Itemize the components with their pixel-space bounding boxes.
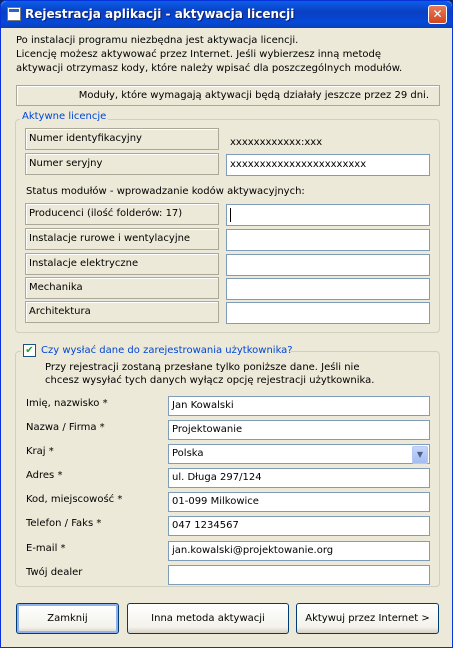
phone-field[interactable]: 047 1234567 bbox=[168, 516, 430, 536]
window-title: Rejestracja aplikacji - aktywacja licenc… bbox=[25, 7, 295, 21]
address-label: Adres * bbox=[26, 470, 63, 481]
module-code-instalacje-elektryczne[interactable] bbox=[226, 254, 430, 276]
registration-info-2: chcesz wysyłać tych danych wyłącz opcję … bbox=[45, 375, 375, 386]
registration-checkbox[interactable]: ✔ bbox=[23, 344, 36, 357]
postcode-city-label: Kod, miejscowość * bbox=[26, 494, 123, 505]
country-label: Kraj * bbox=[26, 446, 54, 457]
module-label-architektura: Architektura bbox=[25, 301, 219, 323]
module-code-instalacje-rurowe[interactable] bbox=[226, 229, 430, 251]
intro-line-1: Po instalacji programu niezbędna jest ak… bbox=[16, 35, 299, 46]
activate-internet-button[interactable]: Aktywuj przez Internet > bbox=[296, 603, 439, 634]
registration-checkbox-label[interactable]: Czy wysłać dane do zarejestrowania użytk… bbox=[41, 345, 293, 356]
title-bar[interactable]: Rejestracja aplikacji - aktywacja licenc… bbox=[1, 1, 452, 28]
company-label: Nazwa / Firma * bbox=[26, 422, 105, 433]
serial-number-label: Numer seryjny bbox=[25, 153, 219, 175]
intro-line-2: Licencję możesz aktywować przez Internet… bbox=[16, 49, 381, 60]
name-label: Imię, nazwisko * bbox=[26, 398, 108, 409]
module-label-instalacje-rurowe: Instalacje rurowe i wentylacyjne bbox=[25, 228, 219, 250]
id-number-label: Numer identyfikacyjny bbox=[25, 128, 219, 150]
company-field[interactable]: Projektowanie bbox=[168, 420, 430, 440]
module-code-architektura[interactable] bbox=[226, 302, 430, 324]
address-field[interactable]: ul. Długa 297/124 bbox=[168, 468, 430, 488]
name-field[interactable]: Jan Kowalski bbox=[168, 396, 430, 416]
activation-window: Rejestracja aplikacji - aktywacja licenc… bbox=[0, 0, 453, 648]
active-licenses-legend: Aktywne licencje bbox=[20, 111, 109, 122]
module-code-mechanika[interactable] bbox=[226, 278, 430, 300]
module-label-mechanika: Mechanika bbox=[25, 277, 219, 299]
module-label-instalacje-elektryczne: Instalacje elektryczne bbox=[25, 253, 219, 275]
id-number-value: xxxxxxxxxxxx:xxx bbox=[226, 132, 430, 154]
postcode-city-field[interactable]: 01-099 Milkowice bbox=[168, 492, 430, 512]
email-field[interactable]: jan.kowalski@projektowanie.org bbox=[168, 541, 430, 561]
text-cursor bbox=[230, 208, 231, 222]
intro-text: Po instalacji programu niezbędna jest ak… bbox=[16, 34, 436, 76]
module-label-producenci: Producenci (ilość folderów: 17) bbox=[25, 203, 219, 225]
app-icon bbox=[7, 7, 21, 21]
modules-heading: Status modułów - wprowadzanie kodów akty… bbox=[26, 186, 305, 197]
module-code-producenci[interactable] bbox=[226, 204, 430, 226]
registration-info-1: Przy rejestracji zostaną przesłane tylko… bbox=[45, 362, 360, 373]
dealer-label: Twój dealer bbox=[26, 567, 83, 578]
activation-notice: Moduły, które wymagają aktywacji będą dz… bbox=[16, 85, 440, 106]
registration-legend: ✔ Czy wysłać dane do zarejestrowania uży… bbox=[21, 344, 293, 358]
close-icon[interactable]: ✕ bbox=[428, 5, 447, 24]
phone-label: Telefon / Faks * bbox=[26, 518, 102, 529]
country-select-value: Polska bbox=[172, 448, 204, 459]
chevron-down-icon[interactable]: ▼ bbox=[412, 446, 428, 464]
serial-number-field[interactable]: xxxxxxxxxxxxxxxxxxxxxxx bbox=[226, 154, 430, 176]
intro-line-3: aktywacji otrzymasz kody, które należy w… bbox=[16, 63, 403, 74]
close-button[interactable]: Zamknij bbox=[16, 603, 119, 634]
dealer-field[interactable] bbox=[168, 565, 430, 585]
other-method-button[interactable]: Inna metoda aktywacji bbox=[127, 603, 289, 634]
email-label: E-mail * bbox=[26, 543, 66, 554]
country-select[interactable]: Polska ▼ bbox=[168, 444, 430, 464]
